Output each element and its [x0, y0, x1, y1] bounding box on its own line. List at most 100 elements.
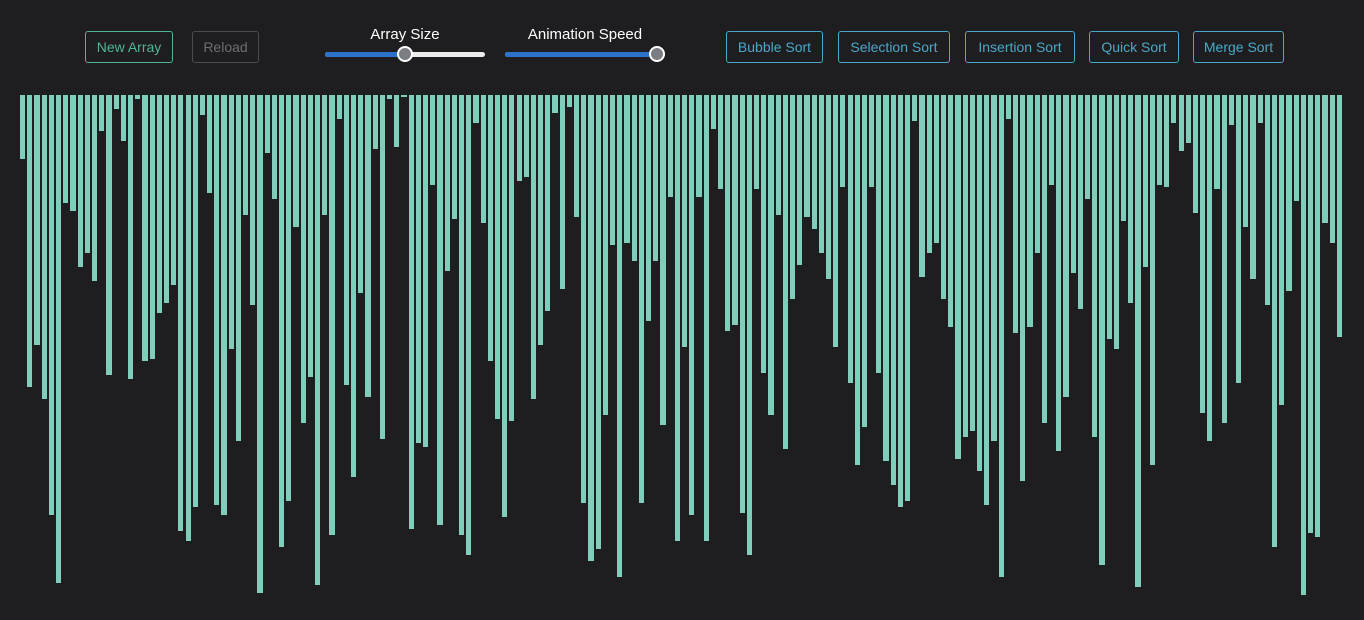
array-bar	[178, 95, 184, 531]
array-bar	[1063, 95, 1069, 397]
array-bar	[408, 95, 414, 529]
array-bar	[897, 95, 904, 507]
array-bar	[20, 95, 26, 159]
array-bar	[746, 95, 752, 555]
array-bar	[883, 95, 889, 461]
array-bar	[386, 95, 393, 99]
array-bar	[660, 95, 666, 425]
insertion-sort-button[interactable]: Insertion Sort	[965, 31, 1075, 63]
array-bar	[401, 95, 407, 97]
array-bar	[149, 95, 155, 359]
merge-sort-button[interactable]: Merge Sort	[1193, 31, 1284, 63]
bubble-sort-button[interactable]: Bubble Sort	[726, 31, 823, 63]
array-bar	[192, 95, 198, 507]
array-bar	[77, 95, 83, 267]
array-bar	[185, 95, 191, 541]
array-bar	[199, 95, 206, 115]
array-bar	[41, 95, 47, 399]
array-size-thumb[interactable]	[397, 46, 413, 62]
array-bar	[969, 95, 976, 431]
array-bar	[717, 95, 724, 189]
array-bar	[271, 95, 278, 199]
array-bar	[1099, 95, 1105, 565]
array-bar	[264, 95, 270, 153]
array-bar	[847, 95, 853, 383]
array-bar	[588, 95, 594, 561]
array-bar	[1264, 95, 1271, 305]
array-size-slider[interactable]: Array Size	[325, 24, 485, 68]
array-bar	[1308, 95, 1314, 533]
array-bar	[207, 95, 213, 193]
array-bar	[861, 95, 868, 427]
array-bar	[1048, 95, 1055, 185]
array-bar	[595, 95, 601, 549]
array-bar	[1092, 95, 1098, 437]
array-bar	[494, 95, 501, 419]
array-bar	[27, 95, 33, 387]
array-bar	[1041, 95, 1047, 423]
array-bar	[48, 95, 54, 515]
array-bar	[804, 95, 810, 217]
array-bar	[552, 95, 558, 113]
array-bar	[372, 95, 378, 149]
array-bar	[890, 95, 896, 485]
array-bar	[538, 95, 544, 345]
array-bar	[1020, 95, 1026, 481]
array-bar	[1228, 95, 1235, 125]
new-array-button[interactable]: New Array	[85, 31, 173, 63]
array-bar	[279, 95, 285, 547]
array-bar	[34, 95, 40, 345]
array-bar	[55, 95, 62, 583]
array-bar	[379, 95, 385, 439]
array-bar	[1236, 95, 1242, 383]
array-bar	[912, 95, 918, 121]
array-bar	[343, 95, 349, 385]
array-bar	[1279, 95, 1285, 405]
array-bar	[1207, 95, 1213, 441]
animation-speed-slider[interactable]: Animation Speed	[505, 24, 665, 68]
array-bar	[1293, 95, 1299, 201]
array-bar	[466, 95, 472, 555]
array-bar	[789, 95, 796, 299]
array-bar	[1250, 95, 1256, 279]
array-bar	[725, 95, 731, 331]
array-bar	[437, 95, 443, 525]
array-bar	[674, 95, 680, 541]
array-bar	[933, 95, 940, 243]
array-bar	[1164, 95, 1170, 187]
toolbar: New Array Reload Array Size Animation Sp…	[0, 0, 1364, 90]
animation-speed-fill	[505, 52, 657, 57]
array-bar	[1171, 95, 1177, 123]
array-bar	[286, 95, 292, 501]
array-bar	[1106, 95, 1112, 339]
array-bar	[530, 95, 537, 399]
reload-button: Reload	[192, 31, 259, 63]
array-bar	[761, 95, 767, 373]
array-bar	[243, 95, 249, 215]
array-bar	[394, 95, 400, 147]
array-bar	[1322, 95, 1328, 223]
quick-sort-button[interactable]: Quick Sort	[1089, 31, 1179, 63]
array-bar	[646, 95, 652, 321]
array-bar	[1200, 95, 1206, 413]
array-bar	[559, 95, 565, 289]
array-bar	[631, 95, 637, 261]
array-bar	[998, 95, 1004, 577]
animation-speed-thumb[interactable]	[649, 46, 665, 62]
array-bar	[228, 95, 234, 349]
array-bar	[610, 95, 616, 245]
array-bar	[617, 95, 623, 577]
array-bar	[250, 95, 256, 305]
array-bar	[869, 95, 875, 187]
array-bar	[156, 95, 162, 313]
array-bar	[768, 95, 774, 415]
selection-sort-button[interactable]: Selection Sort	[838, 31, 950, 63]
array-bar	[221, 95, 227, 515]
array-bar	[293, 95, 299, 227]
array-bar	[142, 95, 148, 361]
array-bar	[444, 95, 450, 271]
array-bar	[1005, 95, 1011, 119]
animation-speed-track[interactable]	[505, 52, 665, 57]
array-bar	[1192, 95, 1199, 213]
array-bar	[962, 95, 968, 437]
